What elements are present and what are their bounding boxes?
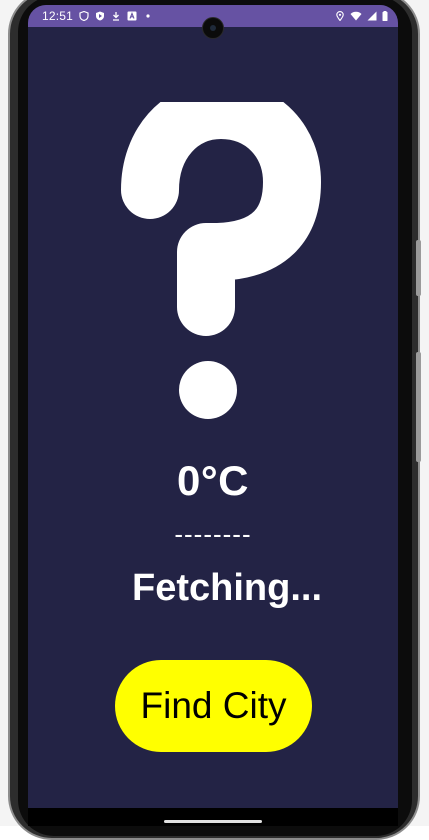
find-city-button[interactable]: Find City	[115, 660, 312, 752]
home-gesture-handle[interactable]	[164, 820, 262, 823]
power-button	[416, 352, 421, 462]
temperature-text: 0°C	[177, 457, 249, 504]
keyboard-icon	[127, 11, 137, 21]
location-icon	[336, 11, 344, 21]
device-frame: 12:51 0°C -------- Fetching... Find City	[0, 0, 429, 840]
shield-icon	[79, 11, 89, 21]
question-mark-icon	[121, 102, 321, 419]
status-time: 12:51	[42, 9, 74, 23]
navigation-bar	[28, 808, 398, 826]
volume-button	[416, 240, 421, 296]
download-icon	[113, 12, 120, 21]
dot-icon	[146, 14, 150, 18]
wifi-icon	[350, 11, 362, 21]
signal-icon	[367, 11, 377, 21]
city-name-text: Fetching...	[132, 567, 322, 609]
battery-icon	[382, 11, 388, 21]
play-protect-icon	[96, 11, 105, 21]
front-camera	[202, 17, 224, 39]
app-screen: 12:51 0°C -------- Fetching... Find City	[28, 5, 398, 826]
condition-text: --------	[174, 519, 252, 549]
